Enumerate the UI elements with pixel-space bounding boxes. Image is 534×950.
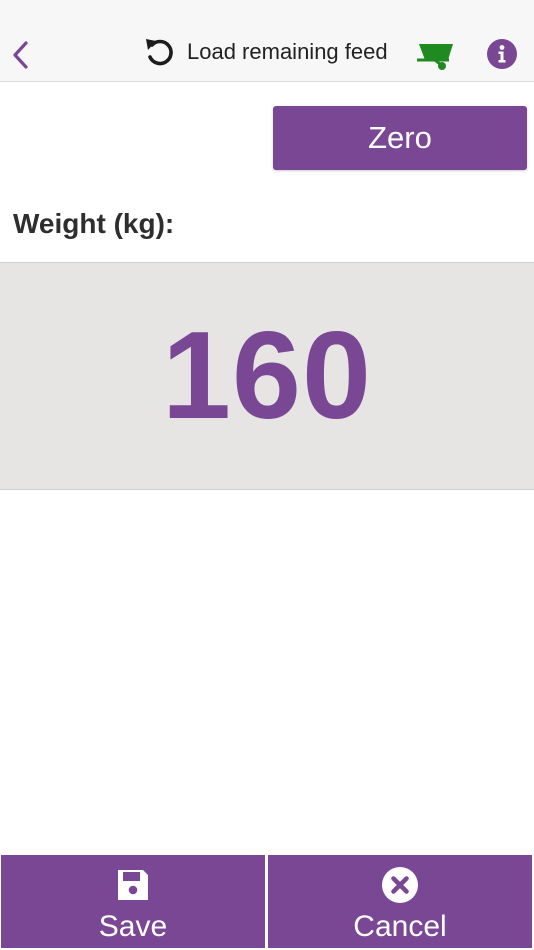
- weight-value: 160: [162, 307, 372, 445]
- save-label: Save: [98, 910, 168, 943]
- weight-display: 160: [0, 262, 534, 490]
- wheelbarrow-icon: [417, 44, 453, 70]
- save-button[interactable]: Save: [1, 855, 265, 948]
- reload-icon[interactable]: [143, 35, 177, 69]
- cancel-button[interactable]: Cancel: [268, 855, 532, 948]
- chevron-left-icon: [13, 41, 28, 69]
- cart-button[interactable]: [415, 38, 457, 72]
- floppy-disk-icon: [114, 866, 152, 904]
- circle-x-icon: [381, 866, 419, 904]
- page-title: Load remaining feed: [187, 39, 388, 64]
- cancel-label: Cancel: [353, 910, 447, 943]
- info-icon: [487, 39, 517, 69]
- header-title-group: Load remaining feed: [143, 30, 388, 74]
- header-bar: Load remaining feed: [0, 0, 534, 82]
- zero-button[interactable]: Zero: [273, 106, 527, 170]
- back-button[interactable]: [6, 35, 34, 75]
- info-button[interactable]: [486, 38, 518, 70]
- weight-label: Weight (kg):: [13, 208, 175, 239]
